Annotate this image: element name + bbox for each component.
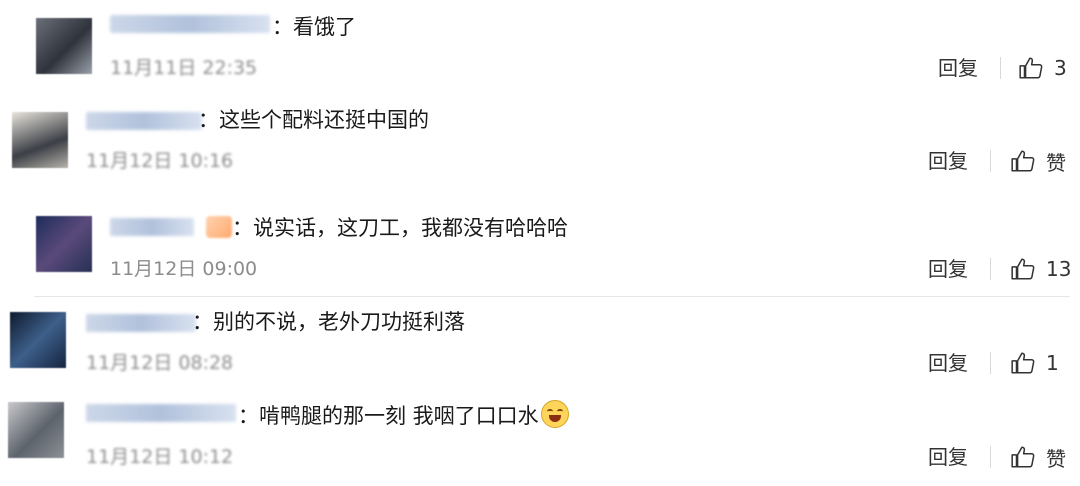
like-count: 13 <box>1046 257 1072 281</box>
comment-time: 11月12日 10:12 <box>86 446 234 468</box>
comment-time: 11月11日 22:35 <box>110 57 258 79</box>
comment-time: 11月12日 08:28 <box>86 352 234 374</box>
like-button[interactable]: 赞 <box>1010 148 1066 175</box>
avatar[interactable] <box>12 112 68 168</box>
separator <box>990 446 991 468</box>
thumbs-up-icon <box>1019 57 1043 79</box>
like-count: 赞 <box>1046 150 1066 175</box>
like-button[interactable]: 赞 <box>1010 444 1066 471</box>
comment-text: ：啃鸭腿的那一刻 我咽了口口水 <box>238 400 569 428</box>
like-button[interactable]: 3 <box>1018 55 1067 81</box>
avatar[interactable] <box>36 18 92 74</box>
thumbs-up-icon <box>1011 446 1035 468</box>
reply-button[interactable]: 回复 <box>928 258 968 280</box>
separator <box>990 352 991 374</box>
username-blurred[interactable] <box>86 404 236 422</box>
username-blurred[interactable] <box>86 112 202 130</box>
like-count: 1 <box>1046 351 1059 375</box>
thumbs-up-icon <box>1011 352 1035 374</box>
thumbs-up-icon <box>1011 258 1035 280</box>
user-badge <box>206 216 232 238</box>
comment-item: ：说实话，这刀工，我都没有哈哈哈 11月12日 09:00 回复 13 <box>0 200 1080 296</box>
separator <box>990 258 991 280</box>
comment-text: ：别的不说，老外刀功挺利落 <box>192 310 465 334</box>
comment-item: ：啃鸭腿的那一刻 我咽了口口水 11月12日 10:12 回复 赞 <box>0 388 1080 486</box>
comment-item: ：这些个配料还挺中国的 11月12日 10:16 回复 赞 <box>0 92 1080 192</box>
username-blurred[interactable] <box>86 314 196 332</box>
like-count: 3 <box>1054 56 1067 80</box>
comment-text: ：看饿了 <box>272 15 356 39</box>
comment-text: ：说实话，这刀工，我都没有哈哈哈 <box>232 216 568 240</box>
thumbs-up-icon <box>1011 150 1035 172</box>
like-button[interactable]: 1 <box>1010 350 1059 376</box>
comment-text: ：这些个配料还挺中国的 <box>198 108 429 132</box>
separator <box>1000 57 1001 79</box>
comment-time: 11月12日 10:16 <box>86 150 234 172</box>
separator <box>990 150 991 172</box>
reply-button[interactable]: 回复 <box>928 150 968 172</box>
username-blurred[interactable] <box>110 15 270 33</box>
avatar[interactable] <box>36 216 92 272</box>
reply-button[interactable]: 回复 <box>938 57 978 79</box>
reply-button[interactable]: 回复 <box>928 446 968 468</box>
comment-item: ：看饿了 11月11日 22:35 回复 3 <box>0 0 1080 92</box>
like-count: 赞 <box>1046 446 1066 471</box>
like-button[interactable]: 13 <box>1010 256 1071 282</box>
comment-item: ：别的不说，老外刀功挺利落 11月12日 08:28 回复 1 <box>0 296 1080 388</box>
reply-button[interactable]: 回复 <box>928 352 968 374</box>
avatar[interactable] <box>8 402 64 458</box>
username-blurred[interactable] <box>110 218 194 236</box>
laugh-cry-emoji-icon <box>540 400 569 428</box>
comment-time: 11月12日 09:00 <box>110 258 258 280</box>
avatar[interactable] <box>10 312 66 368</box>
